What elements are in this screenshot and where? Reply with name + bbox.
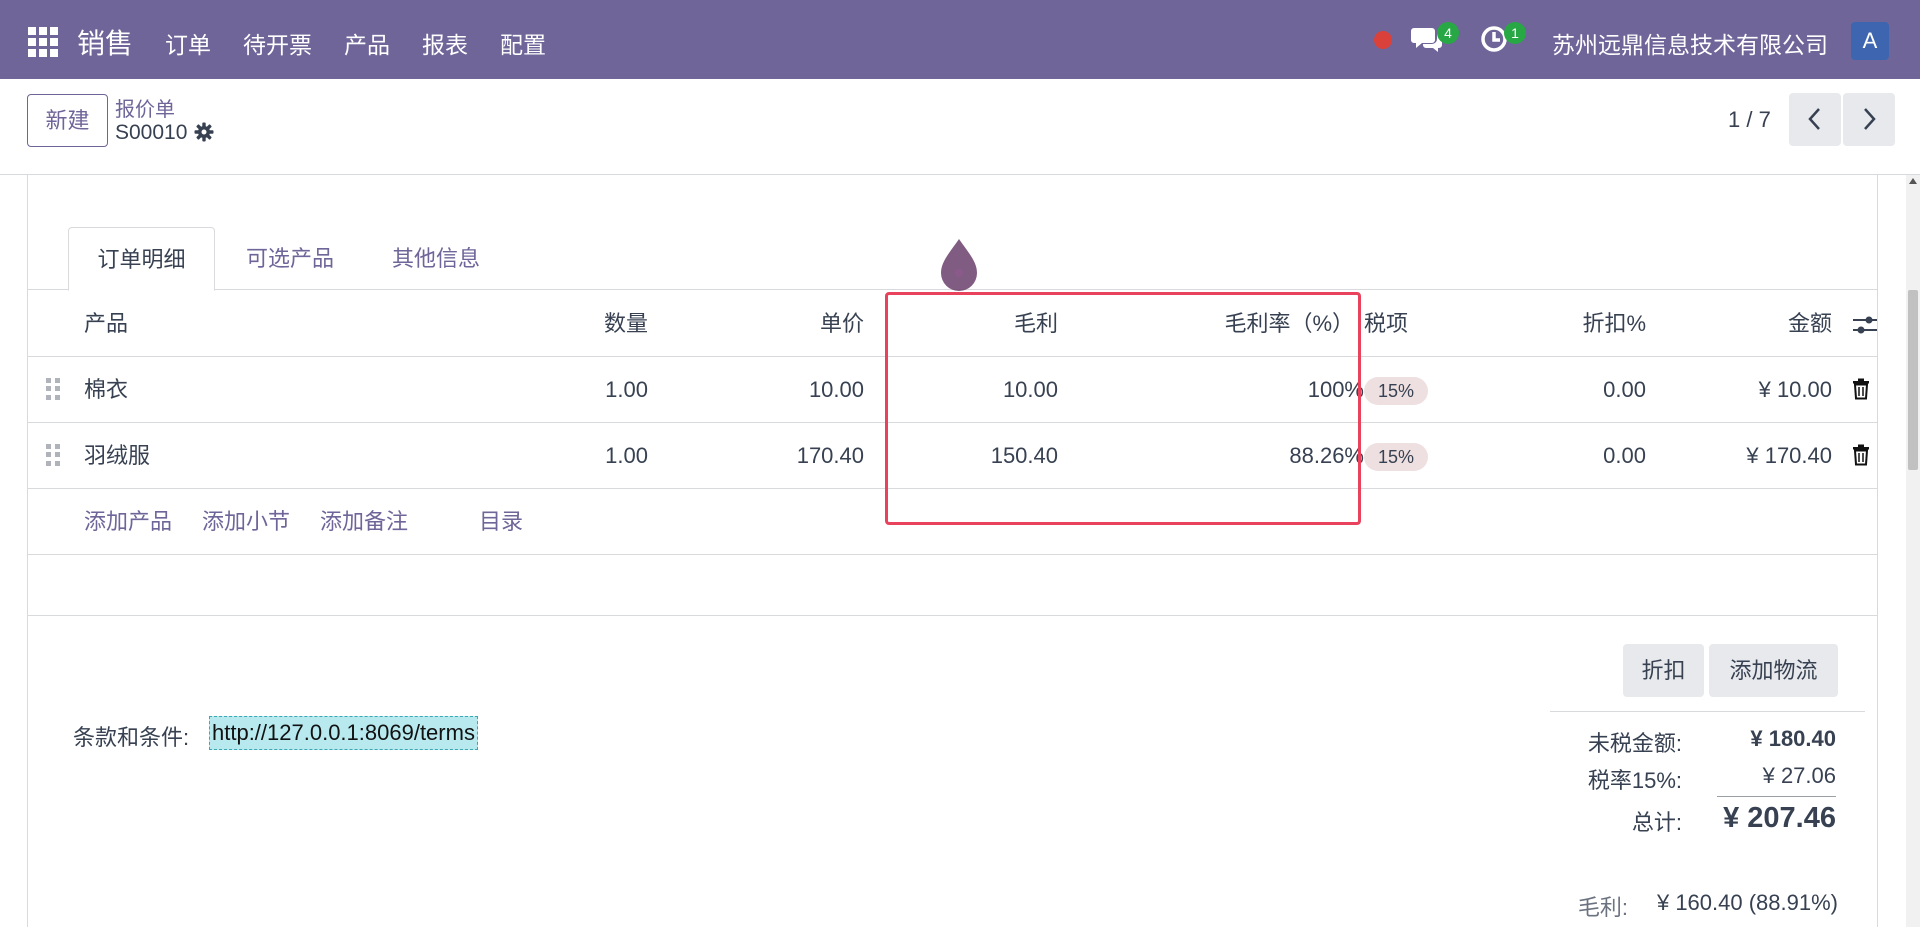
- terms-link[interactable]: http://127.0.0.1:8069/terms: [209, 716, 478, 750]
- total-label: 总计:: [1631, 810, 1682, 835]
- line-unit-price[interactable]: 170.40: [668, 423, 864, 489]
- column-header-taxes[interactable]: 税项: [1364, 291, 1408, 357]
- line-discount[interactable]: 0.00: [1458, 357, 1646, 423]
- line-amount: ¥ 10.00: [1758, 377, 1832, 402]
- margin-label: 毛利:: [1577, 895, 1628, 920]
- breadcrumb-record-name: S00010: [115, 121, 188, 144]
- chevron-left-icon: [1808, 108, 1820, 130]
- line-tax[interactable]: 15%: [1364, 423, 1429, 489]
- top-navbar: 销售 订单 待开票 产品 报表 配置 4 1 苏州远鼎信息技术有限公司 A: [0, 0, 1920, 79]
- pager-value[interactable]: 1 / 7: [1728, 107, 1771, 133]
- scrollbar-thumb[interactable]: [1908, 290, 1918, 470]
- scroll-up-arrow-icon[interactable]: [1909, 178, 1917, 184]
- line-quantity[interactable]: 1.00: [468, 423, 648, 489]
- app-menu-icon[interactable]: [28, 27, 58, 57]
- margin-value: ¥ 160.40 (88.91%): [1656, 890, 1838, 915]
- untaxed-amount-value: ¥ 180.40: [1750, 726, 1836, 751]
- total-divider: [1717, 796, 1836, 797]
- app-name[interactable]: 销售: [77, 22, 133, 62]
- recording-indicator-icon[interactable]: [1374, 31, 1392, 49]
- menu-item-to-invoice[interactable]: 待开票: [243, 26, 312, 60]
- new-button[interactable]: 新建: [27, 94, 108, 147]
- drag-handle-icon[interactable]: [46, 444, 60, 466]
- drag-handle-icon[interactable]: [46, 378, 60, 400]
- discount-button[interactable]: 折扣: [1623, 644, 1704, 697]
- main-menu: 订单 待开票 产品 报表 配置: [165, 26, 578, 60]
- catalog-link[interactable]: 目录: [479, 489, 523, 555]
- messages-count-badge: 4: [1437, 22, 1459, 44]
- tax-badge: 15%: [1364, 377, 1429, 406]
- totals-divider: [1550, 711, 1865, 712]
- gear-icon[interactable]: [194, 122, 214, 147]
- column-settings-icon[interactable]: [1852, 314, 1878, 336]
- column-header-discount[interactable]: 折扣%: [1458, 291, 1646, 357]
- line-discount[interactable]: 0.00: [1458, 423, 1646, 489]
- column-header-unit-price[interactable]: 单价: [668, 291, 864, 357]
- add-product-link[interactable]: 添加产品: [84, 489, 172, 555]
- untaxed-amount-label: 未税金额:: [1587, 731, 1682, 756]
- line-product[interactable]: 棉衣: [84, 357, 128, 423]
- empty-row: [28, 555, 1877, 616]
- tab-other-info[interactable]: 其他信息: [386, 227, 486, 290]
- chevron-right-icon: [1864, 108, 1876, 130]
- pager-previous-button[interactable]: [1789, 93, 1841, 146]
- cursor-drop-marker-icon: [941, 239, 977, 291]
- add-section-link[interactable]: 添加小节: [202, 489, 290, 555]
- tax-badge: 15%: [1364, 443, 1429, 472]
- line-product[interactable]: 羽绒服: [84, 423, 150, 489]
- user-avatar[interactable]: A: [1851, 22, 1889, 60]
- menu-item-config[interactable]: 配置: [500, 26, 546, 60]
- column-header-amount[interactable]: 金额: [1668, 291, 1832, 357]
- line-unit-price[interactable]: 10.00: [668, 357, 864, 423]
- menu-item-orders[interactable]: 订单: [165, 26, 211, 60]
- trash-icon[interactable]: [1852, 444, 1870, 468]
- page-scrollbar[interactable]: [1906, 175, 1920, 927]
- breadcrumb-parent-link[interactable]: 报价单: [115, 93, 175, 122]
- total-value: ¥ 207.46: [1723, 802, 1836, 834]
- tab-order-lines[interactable]: 订单明细: [68, 227, 215, 291]
- pager-next-button[interactable]: [1843, 93, 1895, 146]
- tax-amount-label: 税率15%:: [1587, 768, 1682, 793]
- column-header-product[interactable]: 产品: [84, 291, 128, 357]
- trash-icon[interactable]: [1852, 378, 1870, 402]
- company-switcher[interactable]: 苏州远鼎信息技术有限公司: [1552, 26, 1828, 60]
- column-header-quantity[interactable]: 数量: [468, 291, 648, 357]
- tax-amount-value: ¥ 27.06: [1762, 763, 1836, 788]
- line-amount: ¥ 170.40: [1746, 443, 1832, 468]
- line-quantity[interactable]: 1.00: [468, 357, 648, 423]
- add-note-link[interactable]: 添加备注: [320, 489, 408, 555]
- control-panel: 新建 报价单 S00010 1 / 7: [0, 79, 1920, 175]
- activities-count-badge: 1: [1504, 22, 1526, 44]
- terms-label: 条款和条件:: [73, 725, 190, 750]
- menu-item-products[interactable]: 产品: [344, 26, 390, 60]
- menu-item-reports[interactable]: 报表: [422, 26, 468, 60]
- line-tax[interactable]: 15%: [1364, 357, 1429, 423]
- add-shipping-button[interactable]: 添加物流: [1709, 644, 1838, 697]
- highlight-box: [885, 292, 1361, 525]
- tab-optional-products[interactable]: 可选产品: [240, 227, 340, 290]
